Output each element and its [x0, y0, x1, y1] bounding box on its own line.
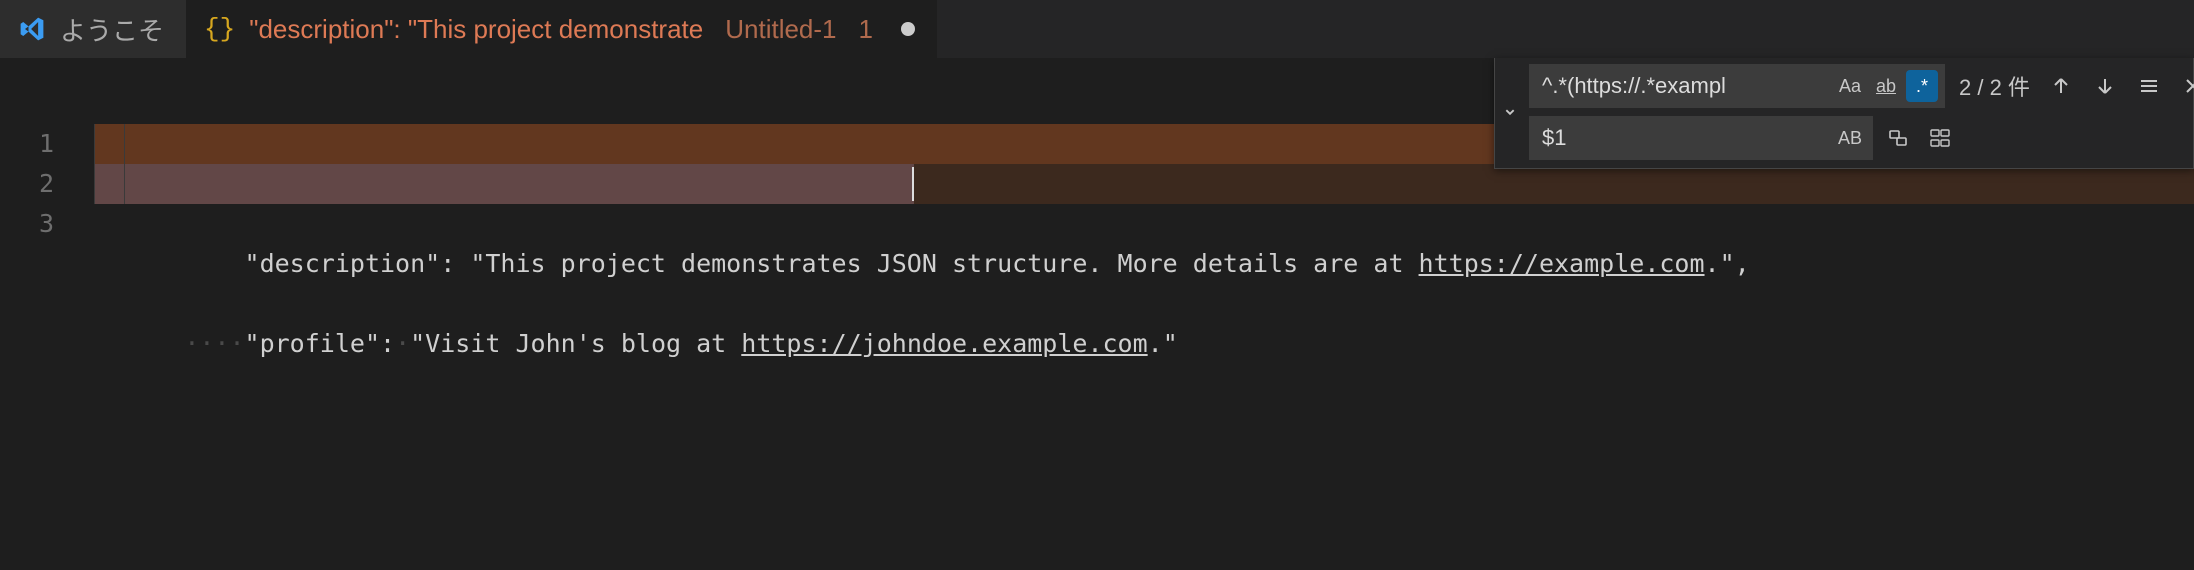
tab-bar-empty [937, 0, 2194, 58]
url-link[interactable]: https://example.com [1419, 249, 1705, 278]
tab-title-filename: Untitled-1 [725, 14, 836, 45]
code-line[interactable] [94, 204, 2194, 244]
find-in-selection-button[interactable] [2132, 69, 2166, 103]
find-input-field[interactable] [1542, 73, 1830, 99]
tab-title-index: 1 [859, 14, 873, 45]
line-number: 1 [0, 124, 94, 164]
dirty-indicator-icon [901, 22, 915, 36]
tab-bar: ようこそ {} "description": "This project dem… [0, 0, 2194, 58]
tab-untitled-json[interactable]: {} "description": "This project demonstr… [186, 0, 937, 58]
preserve-case-toggle[interactable]: AB [1834, 122, 1866, 154]
code-line[interactable]: ····"profile":·"Visit John's blog at htt… [94, 164, 2194, 204]
match-count: 2 / 2 件 [1953, 70, 2036, 102]
text-cursor [912, 167, 914, 201]
whole-word-toggle[interactable]: ab [1870, 70, 1902, 102]
tab-title-main: "description": "This project demonstrate [249, 14, 703, 45]
url-link[interactable]: https://johndoe.example.com [741, 329, 1147, 358]
json-braces-icon: {} [204, 14, 235, 44]
replace-input-field[interactable] [1542, 125, 1830, 151]
toggle-replace-button[interactable] [1499, 64, 1521, 160]
tab-welcome-label: ようこそ [60, 11, 164, 48]
prev-match-button[interactable] [2044, 69, 2078, 103]
vscode-logo-icon [18, 15, 46, 43]
find-input[interactable]: Aa ab .* [1529, 64, 1945, 108]
replace-all-button[interactable] [1923, 121, 1957, 155]
match-case-toggle[interactable]: Aa [1834, 70, 1866, 102]
tab-welcome[interactable]: ようこそ [0, 0, 186, 58]
line-number: 3 [0, 204, 94, 244]
replace-input[interactable]: AB [1529, 116, 1873, 160]
regex-toggle[interactable]: .* [1906, 70, 1938, 102]
line-number: 2 [0, 164, 94, 204]
close-find-button[interactable] [2176, 69, 2194, 103]
next-match-button[interactable] [2088, 69, 2122, 103]
find-replace-widget: Aa ab .* 2 / 2 件 [1494, 58, 2194, 169]
line-number-gutter: 1 2 3 [0, 58, 94, 244]
replace-one-button[interactable] [1881, 121, 1915, 155]
